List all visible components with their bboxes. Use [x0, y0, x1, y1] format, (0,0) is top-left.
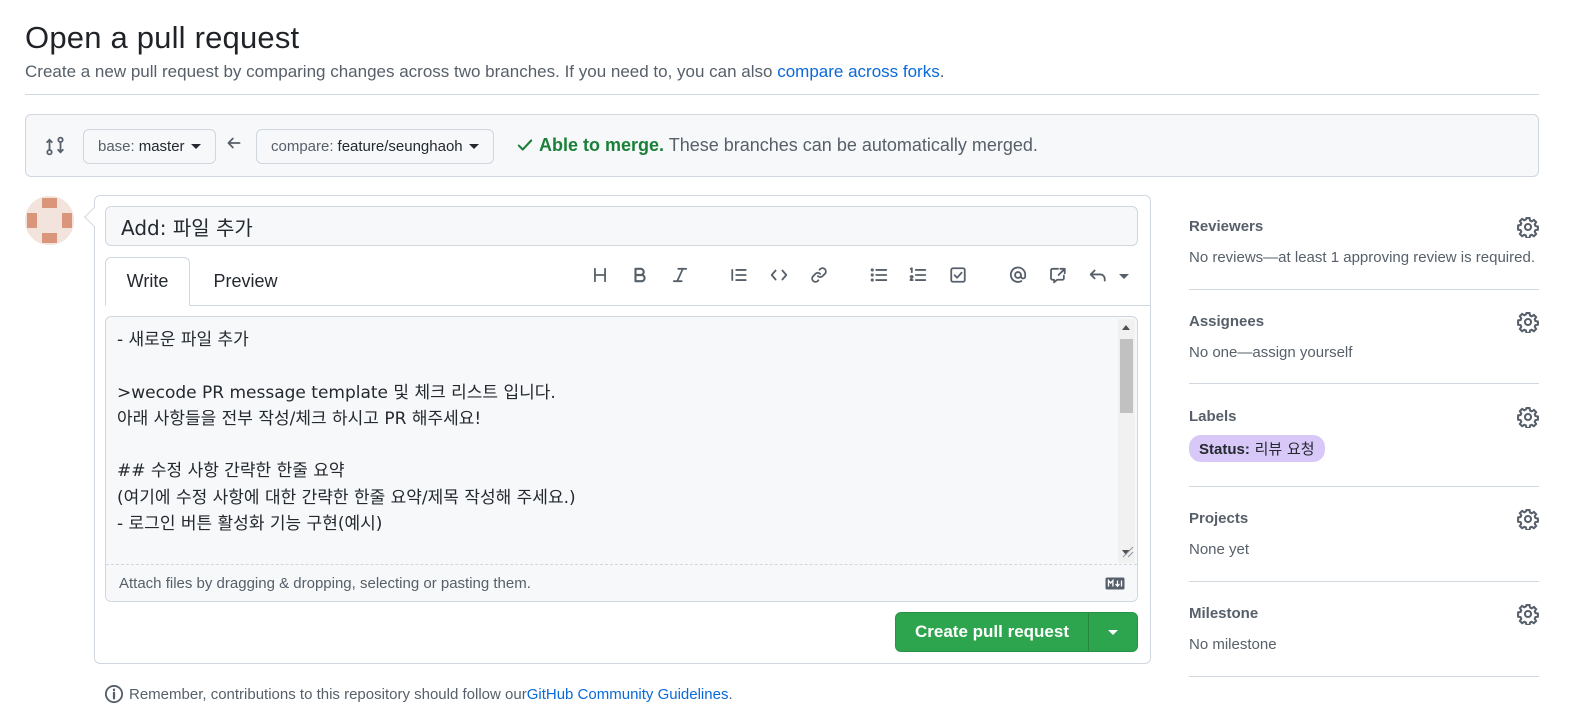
page-subtitle: Create a new pull request by comparing c… — [25, 62, 944, 82]
merge-status: Able to merge. These branches can be aut… — [516, 135, 1038, 156]
projects-heading[interactable]: Projects — [1189, 510, 1539, 527]
guidelines-text: Remember, contributions to this reposito… — [129, 685, 527, 703]
merge-status-label: Able to merge. — [539, 135, 665, 155]
merge-status-detail: These branches can be automatically merg… — [664, 135, 1038, 155]
compare-prefix: compare: — [271, 138, 334, 155]
resize-handle-icon[interactable] — [1120, 544, 1134, 558]
undo-icon[interactable] — [1086, 263, 1110, 287]
body-line: ## 수정 사항 간략한 한줄 요약 — [117, 461, 345, 482]
body-line: - 새로운 파일 추가 — [117, 330, 249, 350]
heading-icon[interactable] — [588, 263, 612, 287]
chevron-down-icon — [1108, 629, 1118, 635]
body-line — [117, 432, 1107, 458]
gear-icon[interactable] — [1517, 406, 1539, 430]
gear-icon[interactable] — [1517, 311, 1539, 335]
assignees-value[interactable]: No one—assign yourself — [1189, 344, 1539, 361]
reviewers-heading[interactable]: Reviewers — [1189, 218, 1539, 235]
sidebar-divider — [1189, 676, 1539, 677]
sidebar-divider — [1189, 486, 1539, 487]
title-input[interactable]: Add: 파일 추가 — [105, 206, 1138, 246]
undo-dropdown-chevron-icon[interactable] — [1119, 274, 1129, 279]
reviewers-value: No reviews—at least 1 approving review i… — [1189, 249, 1535, 266]
chevron-down-icon — [190, 144, 201, 149]
milestone-heading[interactable]: Milestone — [1189, 605, 1539, 622]
link-icon[interactable] — [807, 263, 831, 287]
sidebar-assignees: Assignees No one—assign yourself — [1189, 311, 1539, 361]
attach-files-bar[interactable]: Attach files by dragging & dropping, sel… — [106, 564, 1137, 601]
sidebar-milestone: Milestone No milestone — [1189, 603, 1539, 653]
base-branch-select[interactable]: base: master — [83, 129, 216, 164]
scroll-up-arrow-icon[interactable] — [1122, 325, 1130, 330]
gear-icon[interactable] — [1517, 216, 1539, 240]
attach-files-text: Attach files by dragging & dropping, sel… — [119, 575, 531, 592]
editor-scrollbar[interactable] — [1118, 319, 1135, 563]
sidebar-labels: Labels Status: 리뷰 요청 — [1189, 406, 1539, 462]
subtitle-suffix: . — [939, 62, 945, 81]
projects-value: None yet — [1189, 541, 1250, 558]
create-pull-request-label[interactable]: Create pull request — [896, 622, 1088, 642]
chevron-down-icon — [468, 144, 479, 149]
arrow-left-icon — [225, 134, 243, 152]
body-line: (여기에 수정 사항에 대한 간략한 한줄 요약/제목 작성해 주세요.) — [117, 487, 576, 508]
sidebar-projects: Projects None yet — [1189, 508, 1539, 558]
bold-icon[interactable] — [628, 263, 652, 287]
body-line: >wecode PR message template 및 체크 리스트 입니다… — [117, 382, 556, 403]
mention-icon[interactable] — [1006, 263, 1030, 287]
page-title: Open a pull request — [25, 20, 300, 55]
body-line — [117, 353, 1107, 379]
compare-bar: base: master compare: feature/seunghaoh Ab… — [25, 114, 1539, 177]
body-textarea[interactable]: - 새로운 파일 추가 >wecode PR message template 및… — [105, 316, 1138, 602]
body-line: - 로그인 버튼 활성화 기능 구현(예시) — [117, 514, 383, 535]
milestone-value: No milestone — [1189, 636, 1277, 653]
base-prefix: base: — [98, 138, 135, 155]
guidelines-note: Remember, contributions to this reposito… — [104, 684, 733, 704]
body-text[interactable]: - 새로운 파일 추가 >wecode PR message template 및… — [117, 327, 1107, 537]
code-icon[interactable] — [767, 263, 791, 287]
community-guidelines-link[interactable]: GitHub Community Guidelines — [527, 686, 729, 703]
compare-branch-name: feature/seunghaoh — [337, 138, 463, 155]
bullet-list-icon[interactable] — [867, 263, 891, 287]
label-pill: Status: 리뷰 요청 — [1189, 435, 1325, 462]
info-icon — [104, 684, 124, 704]
header-divider — [25, 94, 1539, 95]
tab-preview[interactable]: Preview — [198, 257, 293, 306]
guidelines-suffix: . — [728, 685, 733, 703]
compare-branch-select[interactable]: compare: feature/seunghaoh — [256, 129, 494, 164]
avatar[interactable] — [25, 196, 74, 245]
sidebar-divider — [1189, 581, 1539, 582]
check-icon — [517, 139, 533, 151]
quote-icon[interactable] — [727, 263, 751, 287]
markdown-icon[interactable] — [1105, 577, 1125, 590]
base-branch-name: master — [138, 138, 185, 155]
create-options-dropdown[interactable] — [1089, 629, 1137, 635]
task-list-icon[interactable] — [946, 263, 970, 287]
scroll-thumb[interactable] — [1120, 339, 1133, 413]
numbered-list-icon[interactable] — [906, 263, 930, 287]
compare-arrows-icon — [44, 135, 66, 157]
reference-icon[interactable] — [1046, 263, 1070, 287]
sidebar-divider — [1189, 383, 1539, 384]
tab-write[interactable]: Write — [105, 257, 190, 306]
compare-across-forks-link[interactable]: compare across forks — [777, 62, 940, 81]
italic-icon[interactable] — [668, 263, 692, 287]
sidebar-reviewers: Reviewers No reviews—at least 1 approvin… — [1189, 216, 1539, 266]
assignees-heading[interactable]: Assignees — [1189, 313, 1539, 330]
body-line: 아래 사항들을 전부 작성/체크 하시고 PR 해주세요! — [117, 408, 482, 429]
sidebar-divider — [1189, 289, 1539, 290]
gear-icon[interactable] — [1517, 508, 1539, 532]
subtitle-text: Create a new pull request by comparing c… — [25, 62, 778, 81]
gear-icon[interactable] — [1517, 603, 1539, 627]
labels-heading[interactable]: Labels — [1189, 408, 1539, 425]
label-key: Status: — [1199, 441, 1250, 458]
create-pull-request-button[interactable]: Create pull request — [895, 612, 1138, 652]
label-value: 리뷰 요청 — [1249, 440, 1315, 458]
